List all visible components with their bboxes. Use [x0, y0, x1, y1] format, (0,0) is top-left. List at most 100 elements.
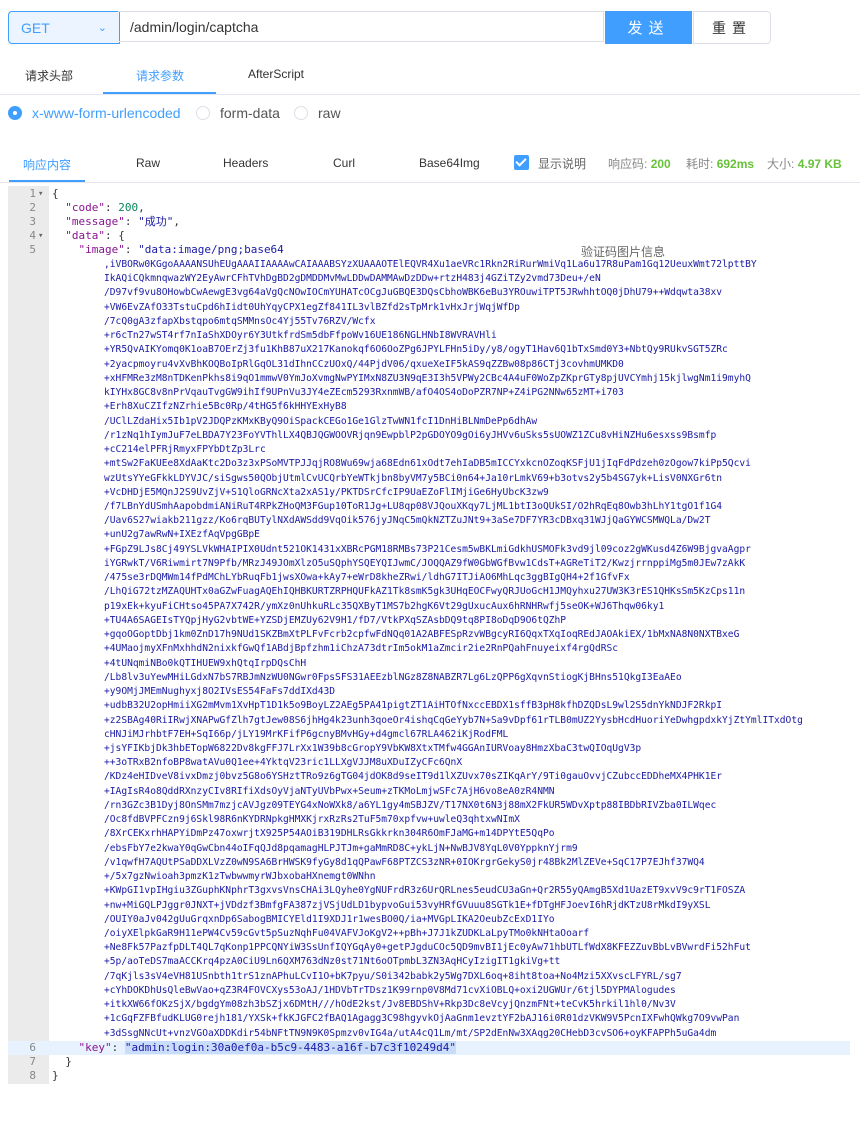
code-line: 4 ▾ "data": { — [8, 229, 850, 243]
base64-line: /OUIY0aJv042gUuGrqxnDp6SabogBMICYEld1I9X… — [104, 913, 555, 925]
base64-line: ++3oTRxB2nfoBP8watAVu0Q1ee+4YktqV23ric1L… — [104, 757, 463, 769]
base64-line: /7qKjls3sV4eVH81USnbth1trS1znAPhuLCvI1O+… — [104, 970, 682, 982]
tab-request-headers[interactable]: 请求头部 — [25, 67, 73, 84]
base64-line: +3dSsgNNcUt+vnzVGOaXDDKdir54bNFtTN9N9K0S… — [104, 1027, 717, 1039]
base64-line: /f7LBnYdUSmhAapobdmiANiRuT4RPkZHoQM3FGup… — [104, 500, 723, 512]
radio-unchecked-icon — [294, 106, 308, 120]
line-number-gutter — [8, 186, 49, 1084]
response-size-value: 4.97 KB — [797, 157, 842, 171]
base64-line: +TU4A6SAGEIsTYQpjHyG2vbtWE+YZSDjEMZUy62V… — [104, 614, 567, 626]
method-label: GET — [21, 19, 50, 36]
base64-line: IkAQiCQkmnqwazWY2EyAwrCFhTVhDgBD2gDMDDMv… — [104, 273, 601, 285]
base64-line: +2yacpmoyru4vXvBhKOQBoIpRlGqOL31dIhnCCzU… — [104, 358, 624, 370]
base64-line: iYGRwkT/V6Riwmirt7N9Pfb/MRzJ49JOmXlzO5uS… — [104, 557, 746, 569]
tab-request-params[interactable]: 请求参数 — [136, 67, 184, 84]
line-number: 1 — [29, 187, 36, 200]
reset-button[interactable]: 重置 — [693, 11, 771, 44]
base64-line: +nw+MiGQLPJggr0JNXT+jVDdzf3BmfgFA387zjVS… — [104, 899, 711, 911]
base64-line: /oiyXElpkGaR9H11ePW4Cv59cGvt5pSuzNqhFu04… — [104, 928, 590, 940]
code-line: 6 "key": "admin:login:30a0ef0a-b5c9-4483… — [8, 1041, 850, 1055]
base64-line: /D97vf9vu8OHowbCwAewgE3vg64aVgQcNOwIOCmY… — [104, 287, 723, 299]
base64-line: +Erh8XuCZIfzNZrhie5Bc0Rp/4tHG5f6kHHYExHy… — [104, 401, 347, 413]
radio-urlencoded[interactable]: x-www-form-urlencoded — [8, 105, 181, 121]
line-number: 4 — [29, 229, 36, 242]
response-code-view[interactable]: 1 ▾ { 2 "code": 200, 3 "message": "成功", … — [8, 186, 850, 1084]
base64-line: /475se3rDQMWm14fPdMChLYbRuqFb1jwsXOwa+kA… — [104, 572, 630, 584]
line-number: 6 — [29, 1041, 36, 1054]
tab-headers[interactable]: Headers — [223, 156, 268, 170]
base64-line: +5p/aoTeDS7maACCKrq4pzA0CiU9Ln6QXM763dNz… — [104, 956, 561, 968]
active-tab-indicator — [9, 180, 85, 182]
code-line: 1 ▾ { — [8, 187, 850, 201]
json-key: "message" — [65, 215, 125, 228]
fold-toggle-icon[interactable]: ▾ — [38, 187, 43, 201]
response-tabs: 响应内容 Raw Headers Curl Base64Img 显示说明 响应码… — [0, 146, 860, 183]
line-number: 8 — [29, 1069, 36, 1082]
method-select[interactable]: GET ⌄ — [8, 11, 120, 44]
base64-image-lines: ,iVBORw0KGgoAAAANSUhEUgAAAIIAAAAwCAIAAAB… — [104, 258, 849, 1055]
tab-response-content[interactable]: 响应内容 — [23, 156, 71, 173]
line-number: 3 — [29, 215, 36, 228]
fold-toggle-icon[interactable]: ▾ — [38, 229, 43, 243]
response-time-value: 692ms — [716, 157, 755, 171]
tab-curl[interactable]: Curl — [333, 156, 355, 170]
base64-line: /Uav6S27wiakb211gzz/Ko6rqBUTylNXdAWSdd9V… — [104, 515, 711, 527]
json-value: 200 — [118, 201, 139, 214]
active-tab-indicator — [103, 92, 216, 94]
radio-form-data[interactable]: form-data — [196, 105, 280, 121]
send-button[interactable]: 发送 — [605, 11, 692, 44]
response-size: 大小: 4.97 KB — [767, 157, 842, 171]
base64-line: /LhQiG72tzMZAQUHTx0aGZwFuagAQEhIQHBKURTZ… — [104, 586, 746, 598]
base64-line: +IAgIsR4o8QddRXnzyCIv8RIfiXdsOyVjaNTyUVb… — [104, 785, 555, 797]
base64-line: /8XrCEKxrhHAPYiDmPz47oxwrjtX925P54AOiB31… — [104, 828, 555, 840]
base64-line: +gqoOGoptDbj1km0ZnD17h9NUd1SKZBmXtPLFvFc… — [104, 629, 740, 641]
radio-label: x-www-form-urlencoded — [32, 105, 181, 121]
base64-line: /rn3GZc3B1Dyj8OnSMm7mzjcAVJgz09TEYG4xNoW… — [104, 799, 717, 811]
base64-line: +YR5QvAIKYomq0K1oaB7OErZj3fu1KhB87uX217K… — [104, 344, 728, 356]
base64-line: /v1qwfH7AQUtPSaDDXLVzZ0wN9SA6BrHWSK9fyGy… — [104, 856, 705, 868]
base64-line: /Oc8fdBVPFCzn9j6Skl98R6nKYDRNpkgHMXKjrxR… — [104, 814, 520, 826]
line-number: 2 — [29, 201, 36, 214]
base64-line: +y9OMjJMEmNughyxj8O2IVsES54FaFs7ddIXd43D — [104, 686, 336, 698]
show-description-label: 显示说明 — [538, 157, 587, 171]
request-bar: GET ⌄ /admin/login/captcha 发送 重置 — [8, 11, 846, 44]
radio-raw[interactable]: raw — [294, 105, 341, 121]
base64-line: /KDz4eHIDveV8ivxDmzj0bvz5G8o6YSHztTRo9z6… — [104, 771, 723, 783]
base64-line: +r6cTn27wST4rf7nIaShXDOyr6Y3UtkfrdSm5dbF… — [104, 330, 497, 342]
line-number: 7 — [29, 1055, 36, 1068]
base64-line: +mtSw2FaKUEe8XdAaKtc2Do3z3xPSoMVTPJJqjRO… — [104, 458, 751, 470]
base64-line: kIYHx8GC8v8nPrVqauTvgGW9ihIf9UPnVu3JY4eZ… — [104, 387, 624, 399]
base64-line: +VW6EvZAfO33TstuCpd6hIidt0UhYqyCPX1egZf8… — [104, 301, 520, 313]
json-value: "admin:login:30a0ef0a-b5c9-4483-a16f-b7c… — [124, 1041, 457, 1054]
json-key: "image" — [78, 243, 125, 256]
code-line: 5 "image": "data:image/png;base64 — [8, 243, 850, 257]
response-time: 耗时: 692ms — [686, 157, 755, 171]
base64-line: +cC214elPFRjRmyxFPYbDtZp3Lrc — [104, 444, 266, 456]
show-description-checkbox[interactable] — [514, 155, 529, 170]
json-key: "data" — [65, 229, 105, 242]
base64-line: +1cGqFZFBfudKLUG0rejh181/YXSk+fkKJGFC2fB… — [104, 1013, 740, 1025]
base64-line: /r1zNq1hIymJuF7eLBDA7Y23FoYVThlLX4QBJQGW… — [104, 429, 717, 441]
base64-line: /7cQ0gA3zfapXbstqpo6mtqSMMnsOc4Yj55Tv76R… — [104, 315, 376, 327]
base64-line: +z2SBAg40RiIRwjXNAPwGfZlh7gtJew08S6jhHg4… — [104, 714, 803, 726]
tab-base64img[interactable]: Base64Img — [419, 156, 480, 170]
line-number: 5 — [29, 243, 36, 256]
json-value: "成功" — [138, 215, 174, 228]
base64-line: +FGpZ9LJs8Cj49YSLVkWHAIPIX0Udnt521OK1431… — [104, 543, 751, 555]
base64-line: +VcDHDjE5MQnJ2S9UvZjV+S1QloGRNcXta2xAS1y… — [104, 486, 549, 498]
base64-line: +KWpGI1vpIHgiu3ZGuphKNphrT3gxvsVnsCHAi3L… — [104, 885, 746, 897]
base64-line: +cYhDOKDhUsQleBwVao+qZ3R4FOVCXys53oAJ/1H… — [104, 984, 676, 996]
base64-line: +itkXW66fOKzSjX/bgdgYm08zh3bSZjx6DMtH///… — [104, 999, 676, 1011]
tab-after-script[interactable]: AfterScript — [248, 67, 304, 81]
response-code-value: 200 — [650, 157, 671, 171]
tab-raw[interactable]: Raw — [136, 156, 160, 170]
base64-line: ,iVBORw0KGgoAAAANSUhEUgAAAIIAAAAwCAIAAAB… — [104, 259, 757, 270]
base64-line: p19xEk+kyuFiCHtso45PA7X742R/ymXz0nUhkuRL… — [104, 600, 665, 612]
request-tabs: 请求头部 请求参数 AfterScript — [0, 58, 860, 95]
response-code: 响应码: 200 — [608, 157, 671, 171]
url-input[interactable]: /admin/login/captcha — [118, 11, 604, 42]
code-line: 8 } — [8, 1069, 850, 1083]
radio-label: form-data — [220, 105, 280, 121]
base64-line: +udbB32U2opHmiiXG2mMvm1XvHpT1D1k5o9BoyLZ… — [104, 700, 723, 712]
json-value: "data:image/png;base64 — [138, 243, 284, 256]
